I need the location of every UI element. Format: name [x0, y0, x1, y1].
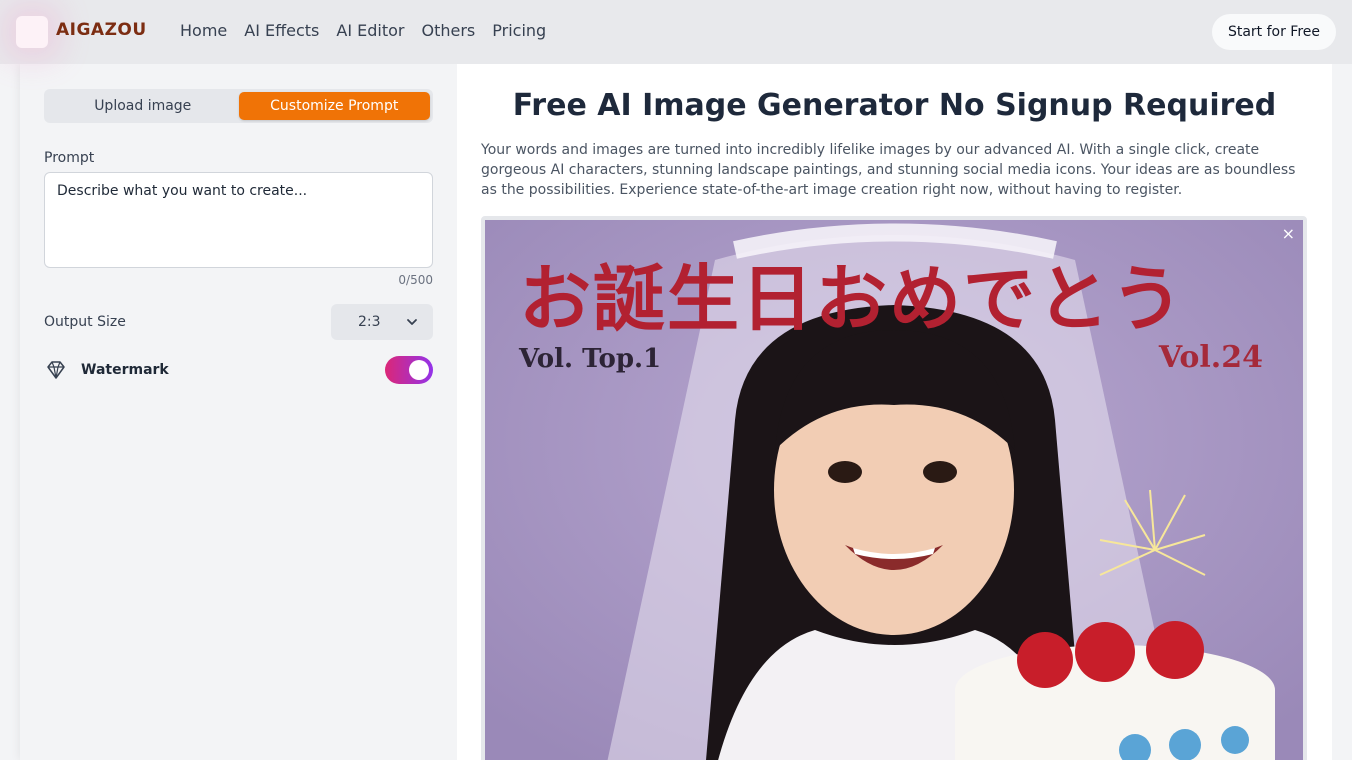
image-headline: お誕生日おめでとう [519, 256, 1186, 341]
top-navigation-bar: AIGAZOU Home AI Effects AI Editor Others… [0, 0, 1352, 64]
chevron-down-icon [407, 319, 417, 325]
diamond-icon [47, 361, 65, 379]
output-size-value: 2:3 [358, 314, 381, 330]
output-size-select[interactable]: 2:3 [331, 304, 433, 340]
page-title: Free AI Image Generator No Signup Requir… [512, 88, 1277, 123]
image-vol-left: Vol. Top.1 [519, 344, 662, 374]
page-description: Your words and images are turned into in… [481, 142, 1296, 198]
prompt-character-counter: 0/500 [398, 273, 433, 287]
watermark-toggle[interactable] [385, 356, 433, 384]
tab-customize-prompt[interactable]: Customize Prompt [238, 92, 430, 120]
prompt-input[interactable] [44, 172, 433, 268]
toggle-knob [409, 360, 429, 380]
nav-item-ai-editor[interactable]: AI Editor [336, 20, 404, 42]
prompt-label: Prompt [44, 150, 95, 166]
start-for-free-button[interactable]: Start for Free [1211, 14, 1336, 50]
nav-item-home[interactable]: Home [180, 20, 227, 42]
image-vol-right: Vol.24 [1158, 340, 1263, 375]
main-nav: Home AI Effects AI Editor Others Pricing [180, 20, 546, 42]
nav-item-pricing[interactable]: Pricing [492, 20, 546, 42]
sample-generated-image: お誕生日おめでとう Vol. Top.1 Vol.24 × [485, 220, 1303, 760]
output-size-label: Output Size [44, 314, 126, 330]
nav-item-others[interactable]: Others [422, 20, 476, 42]
main-content: Free AI Image Generator No Signup Requir… [457, 64, 1332, 760]
input-mode-tabs: Upload image Customize Prompt [44, 89, 433, 123]
tab-upload-image[interactable]: Upload image [47, 92, 239, 120]
close-icon[interactable]: × [1282, 224, 1295, 243]
nav-item-ai-effects[interactable]: AI Effects [244, 20, 319, 42]
watermark-label: Watermark [81, 362, 169, 378]
brand-name[interactable]: AIGAZOU [56, 20, 147, 40]
generator-settings-panel: Upload image Customize Prompt Prompt 0/5… [20, 64, 457, 760]
logo-icon[interactable] [16, 16, 48, 48]
sample-image-frame: お誕生日おめでとう Vol. Top.1 Vol.24 × [481, 216, 1307, 760]
